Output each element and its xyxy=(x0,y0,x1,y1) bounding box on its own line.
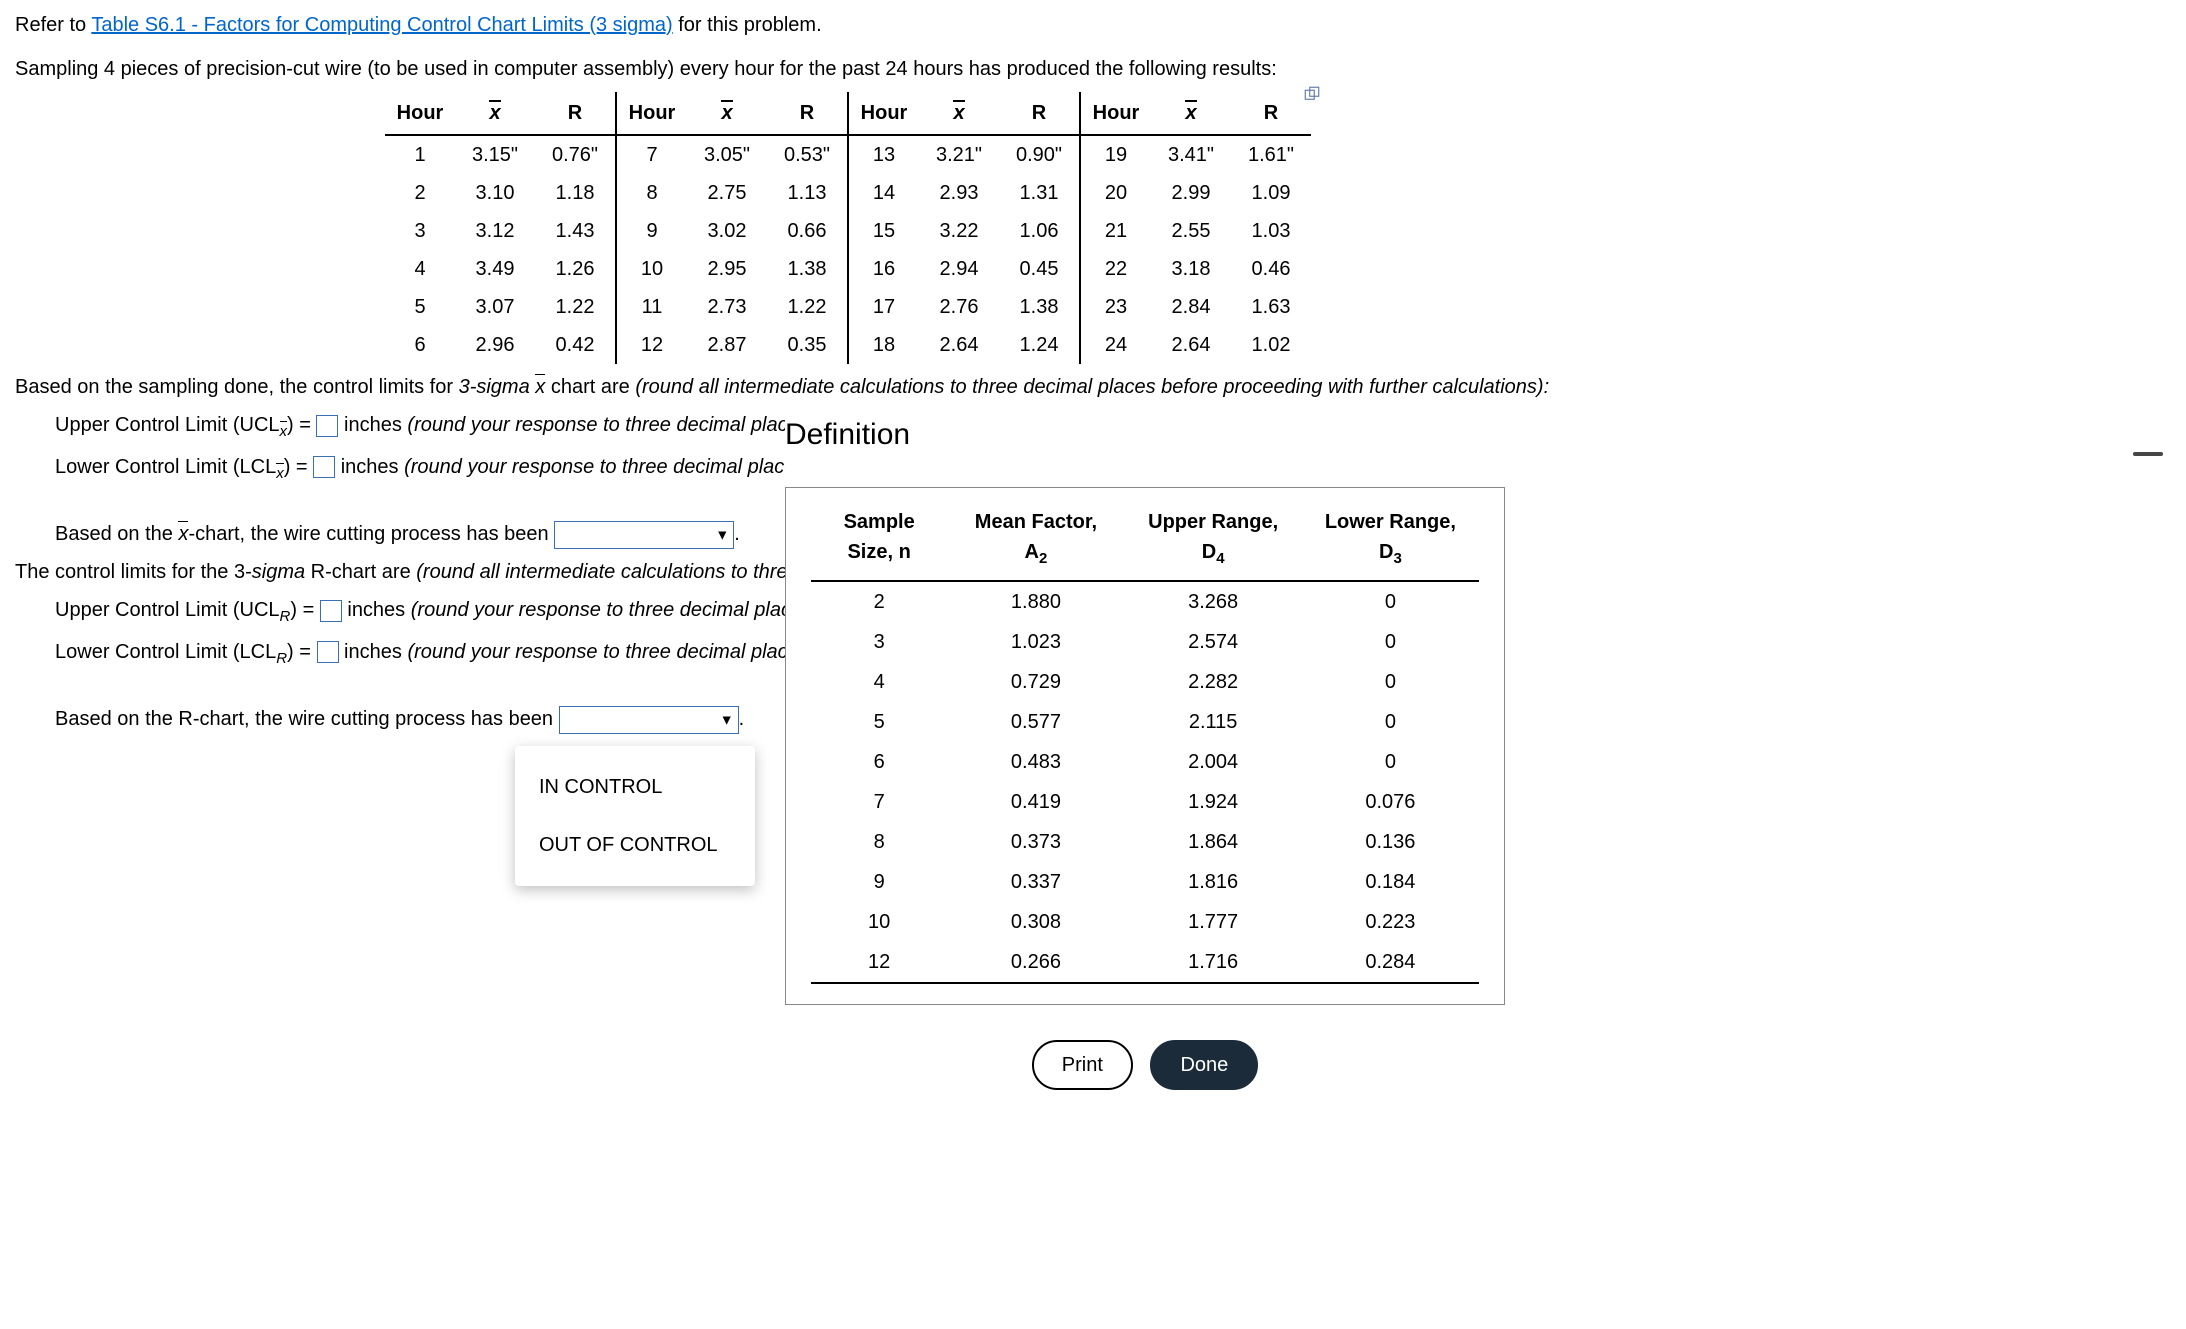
definition-title: Definition xyxy=(785,412,1505,457)
rchart-status-line: Based on the R-chart, the wire cutting p… xyxy=(55,704,2171,734)
dropdown-option-out-of-control[interactable]: OUT OF CONTROL xyxy=(515,816,755,874)
dropdown-option-in-control[interactable]: IN CONTROL xyxy=(515,758,755,816)
intro-refer: Refer to xyxy=(15,14,91,36)
xchart-status-select[interactable]: ▼ xyxy=(554,521,734,549)
done-button[interactable]: Done xyxy=(1150,1040,1258,1090)
ucl-r-input[interactable] xyxy=(320,600,342,622)
lcl-x-input[interactable] xyxy=(313,456,335,478)
status-dropdown-menu: IN CONTROL OUT OF CONTROL xyxy=(515,746,755,886)
rchart-status-select[interactable]: ▼ xyxy=(559,706,739,734)
lcl-r-input[interactable] xyxy=(317,641,339,663)
xbar-chart-prompt: Based on the sampling done, the control … xyxy=(15,372,2171,402)
ucl-x-input[interactable] xyxy=(316,415,338,437)
table-link[interactable]: Table S6.1 - Factors for Computing Contr… xyxy=(91,14,672,36)
collapse-icon[interactable] xyxy=(2133,452,2163,456)
factors-table: SampleSize, nMean Factor,A2Upper Range,D… xyxy=(785,487,1505,1006)
chevron-down-icon: ▼ xyxy=(715,524,729,545)
definition-panel: Definition SampleSize, nMean Factor,A2Up… xyxy=(785,412,1505,1091)
popout-icon[interactable] xyxy=(1303,82,1321,100)
intro-line-2: Sampling 4 pieces of precision-cut wire … xyxy=(15,54,2171,84)
chevron-down-icon: ▼ xyxy=(720,709,734,730)
print-button[interactable]: Print xyxy=(1032,1040,1133,1090)
intro-after: for this problem. xyxy=(678,14,821,36)
data-table: HourxR13.15"0.76"23.101.1833.121.4343.49… xyxy=(385,92,1311,364)
intro-line-1: Refer to Table S6.1 - Factors for Comput… xyxy=(15,10,2171,40)
